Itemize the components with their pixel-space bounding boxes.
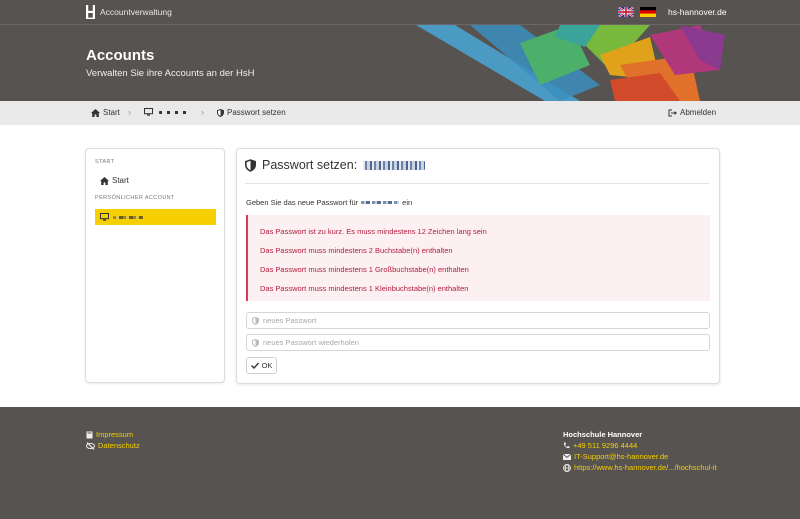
home-icon	[100, 176, 109, 185]
error-message: Das Passwort muss mindestens 2 Buchstabe…	[260, 246, 453, 255]
page-subtitle: Verwalten Sie ihre Accounts an der HsH	[86, 68, 255, 79]
eye-slash-icon	[86, 441, 95, 450]
impressum-label: Impressum	[96, 430, 134, 439]
top-bar: Accountverwaltung hs-hannover.de	[0, 0, 800, 25]
new-password-field[interactable]	[246, 312, 710, 329]
instruction-suffix: ein	[402, 198, 413, 207]
phone-link[interactable]: +49 511 9296 4444	[563, 441, 637, 450]
datenschutz-link[interactable]: Datenschutz	[86, 441, 140, 450]
error-message: Das Passwort muss mindestens 1 Großbuchs…	[260, 265, 469, 274]
redacted-account-name	[159, 110, 189, 114]
breadcrumb-current: Passwort setzen	[217, 108, 286, 117]
breadcrumb: Start › › Passwort setzen Abmelden	[0, 101, 800, 125]
logout-link[interactable]: Abmelden	[668, 108, 716, 117]
sidebar-section-account: PERSÖNLICHER ACCOUNT	[95, 195, 175, 201]
website-url: https://www.hs-hannover.de/.../hochschul…	[574, 463, 717, 472]
app-title: Accountverwaltung	[100, 7, 172, 17]
footer: Impressum Datenschutz Hochschule Hannove…	[0, 407, 800, 519]
instruction-prefix: Geben Sie das neue Passwort für	[246, 198, 359, 207]
logout-label: Abmelden	[680, 108, 717, 117]
hsh-logo[interactable]	[86, 5, 95, 19]
sidebar-item-start[interactable]: Start	[100, 176, 129, 185]
header-banner: Accounts Verwalten Sie ihre Accounts an …	[0, 25, 800, 101]
sidebar-item-start-label: Start	[112, 176, 129, 185]
chevron-right-icon: ›	[201, 107, 204, 117]
uk-flag-icon[interactable]	[618, 7, 634, 17]
sidebar: START Start PERSÖNLICHER ACCOUNT	[85, 148, 225, 383]
redacted-account-name	[361, 201, 400, 204]
repeat-password-field[interactable]	[246, 334, 710, 351]
new-password-input[interactable]	[263, 316, 683, 325]
breadcrumb-start-label: Start	[103, 108, 120, 117]
card-title: Passwort setzen:	[245, 158, 426, 172]
instruction-text: Geben Sie das neue Passwort für ein	[246, 198, 412, 207]
breadcrumb-account[interactable]	[144, 108, 189, 116]
shield-icon	[252, 316, 259, 325]
page-title: Accounts	[86, 47, 155, 64]
website-link[interactable]: https://www.hs-hannover.de/.../hochschul…	[563, 463, 717, 472]
monitor-icon	[144, 108, 153, 116]
card-title-text: Passwort setzen:	[262, 158, 358, 172]
email-address: IT-Support@hs-hannover.de	[574, 452, 669, 461]
error-message: Das Passwort muss mindestens 1 Kleinbuch…	[260, 284, 469, 293]
home-icon	[91, 108, 100, 117]
sidebar-section-start: START	[95, 159, 115, 165]
repeat-password-input[interactable]	[263, 338, 683, 347]
shield-icon	[252, 338, 259, 347]
breadcrumb-start[interactable]: Start	[91, 108, 120, 117]
globe-icon	[563, 463, 571, 472]
sign-out-icon	[668, 109, 677, 116]
impressum-link[interactable]: Impressum	[86, 430, 133, 439]
redacted-account-name	[363, 160, 426, 170]
ok-button-label: OK	[261, 361, 273, 370]
hs-hannover-link[interactable]: hs-hannover.de	[668, 7, 727, 17]
phone-number: +49 511 9296 4444	[573, 441, 638, 450]
book-icon	[86, 431, 93, 438]
email-link[interactable]: IT-Support@hs-hannover.de	[563, 452, 668, 461]
shield-icon	[245, 158, 256, 172]
checkmark-icon	[250, 362, 259, 369]
error-alert: Das Passwort ist zu kurz. Es muss mindes…	[246, 215, 710, 301]
chevron-right-icon: ›	[128, 107, 131, 117]
german-flag-icon[interactable]	[640, 7, 656, 17]
envelope-icon	[563, 453, 571, 460]
ok-button[interactable]: OK	[246, 357, 277, 374]
shield-icon	[217, 108, 224, 117]
monitor-icon	[100, 213, 109, 221]
breadcrumb-current-label: Passwort setzen	[227, 108, 286, 117]
phone-icon	[563, 442, 570, 449]
password-card: Passwort setzen: Geben Sie das neue Pass…	[236, 148, 720, 384]
redacted-account-name	[113, 215, 143, 219]
datenschutz-label: Datenschutz	[98, 441, 140, 450]
org-name: Hochschule Hannover	[563, 430, 643, 439]
error-message: Das Passwort ist zu kurz. Es muss mindes…	[260, 227, 487, 236]
divider	[245, 183, 709, 184]
sidebar-item-account[interactable]	[95, 209, 216, 225]
